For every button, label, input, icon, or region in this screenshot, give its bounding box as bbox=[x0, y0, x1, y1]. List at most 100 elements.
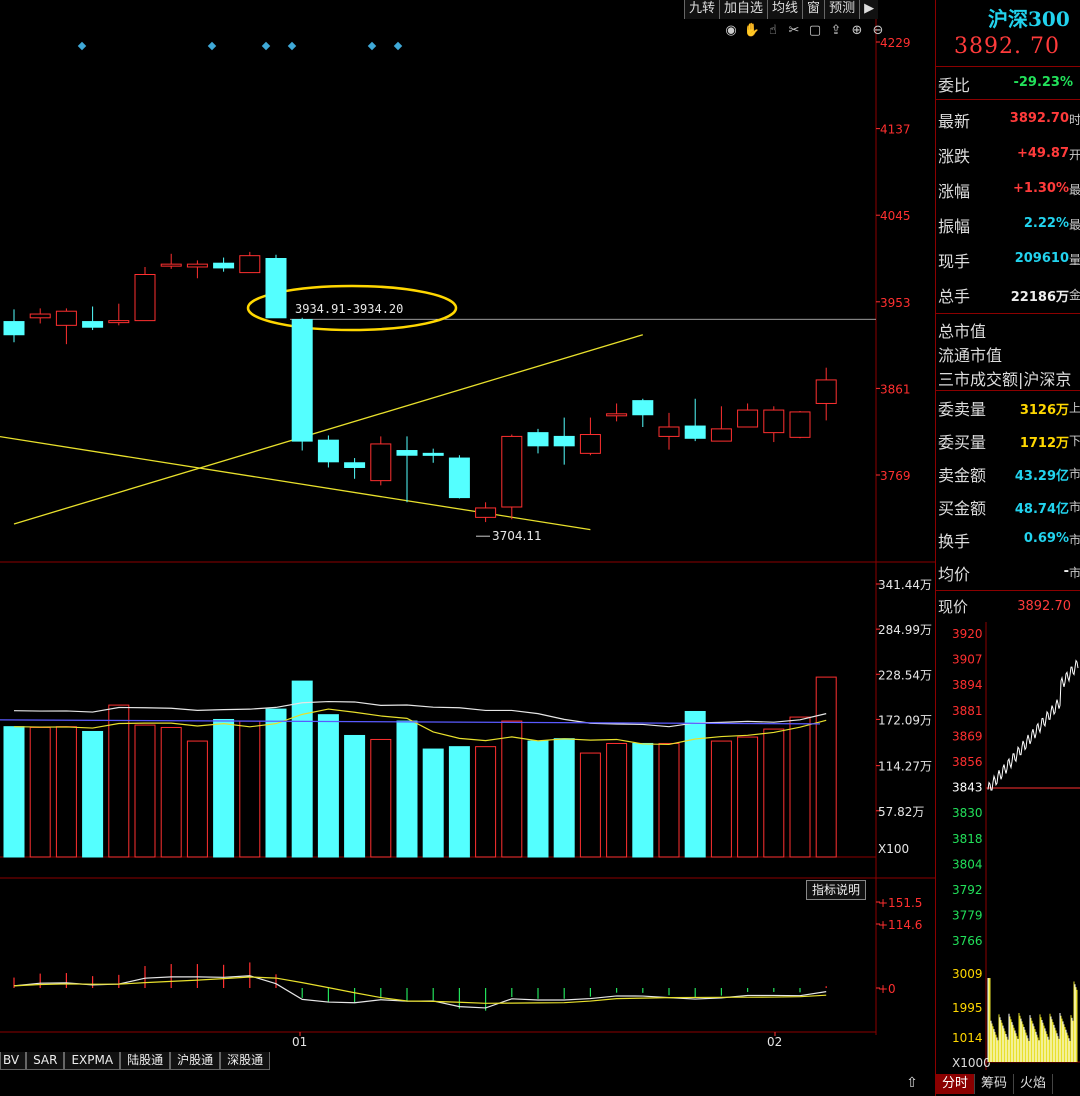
volume-bar[interactable] bbox=[579, 752, 601, 858]
candle[interactable] bbox=[134, 266, 156, 322]
indicator-dea-line bbox=[13, 976, 827, 1004]
volume-bar[interactable] bbox=[422, 748, 444, 858]
candle[interactable] bbox=[448, 455, 470, 499]
volume-bar[interactable] bbox=[448, 746, 470, 858]
candle[interactable] bbox=[553, 417, 575, 465]
intraday-mini-chart[interactable]: 3920 3907 3894 3881 3869 3856 3843 3830 3818 3804… bbox=[936, 622, 1080, 1070]
hand-icon[interactable]: ✋ bbox=[743, 22, 761, 40]
candle[interactable] bbox=[3, 309, 25, 343]
lock-icon[interactable]: ▢ bbox=[806, 22, 824, 40]
candle[interactable] bbox=[55, 308, 77, 345]
volume-bar[interactable] bbox=[789, 716, 811, 858]
share-icon[interactable]: ⇪ bbox=[827, 22, 845, 40]
volume-bar[interactable] bbox=[737, 736, 759, 858]
candle[interactable] bbox=[815, 367, 837, 421]
tab-flame[interactable]: 火焰 bbox=[1014, 1074, 1054, 1094]
tab-intraday[interactable]: 分时 bbox=[936, 1074, 976, 1094]
candle[interactable] bbox=[632, 398, 654, 427]
predict-button[interactable]: 预测 bbox=[824, 0, 860, 19]
volume-bar[interactable] bbox=[815, 676, 837, 858]
scroll-top-icon[interactable]: ⇧ bbox=[902, 1075, 922, 1093]
window-button[interactable]: 窗 bbox=[802, 0, 825, 19]
candle[interactable] bbox=[579, 417, 601, 456]
candle[interactable] bbox=[82, 306, 104, 331]
candle[interactable] bbox=[684, 398, 706, 442]
mini-price-label: 3766 bbox=[952, 934, 983, 948]
candle[interactable] bbox=[789, 410, 811, 439]
volume-bar[interactable] bbox=[527, 740, 549, 858]
tab-sar[interactable]: SAR bbox=[26, 1052, 65, 1070]
pointer-icon[interactable]: ☝ bbox=[764, 22, 782, 40]
tab-bv[interactable]: BV bbox=[0, 1052, 27, 1070]
candle[interactable] bbox=[186, 260, 208, 279]
volume-bar[interactable] bbox=[606, 742, 628, 858]
candle[interactable] bbox=[527, 428, 549, 454]
volume-bar[interactable] bbox=[370, 738, 392, 858]
candle[interactable] bbox=[344, 458, 366, 479]
tab-chips[interactable]: 筹码 bbox=[975, 1074, 1015, 1094]
candle[interactable] bbox=[291, 317, 313, 451]
volume-bar[interactable] bbox=[684, 710, 706, 858]
float-cap-row: 流通市值 bbox=[938, 340, 1080, 365]
candle[interactable] bbox=[737, 403, 759, 428]
candle[interactable] bbox=[108, 303, 130, 326]
volume-bar[interactable] bbox=[710, 740, 732, 858]
volume-bar[interactable] bbox=[501, 720, 523, 858]
scissors-icon[interactable]: ✂ bbox=[785, 22, 803, 40]
volume-bar[interactable] bbox=[658, 742, 680, 858]
kline-chart-area[interactable]: 4229 4137 4045 3953 3861 3769 3934.91-3934.20 3… bbox=[0, 0, 935, 1096]
candle[interactable] bbox=[29, 308, 51, 324]
candle[interactable] bbox=[501, 434, 523, 520]
volume-bar[interactable] bbox=[291, 680, 313, 858]
volume-bar[interactable] bbox=[396, 720, 418, 858]
volume-bar[interactable] bbox=[265, 708, 287, 858]
tab-shengutong[interactable]: 深股通 bbox=[220, 1052, 271, 1070]
tab-expma[interactable]: EXPMA bbox=[64, 1052, 121, 1070]
jiuzhuan-button[interactable]: 九转 bbox=[684, 0, 720, 19]
candle[interactable] bbox=[370, 436, 392, 486]
candle[interactable] bbox=[475, 502, 497, 523]
expand-panel-icon[interactable]: ▶ bbox=[859, 0, 879, 19]
volume-bar[interactable] bbox=[763, 728, 785, 858]
volume-bar[interactable] bbox=[475, 746, 497, 858]
tab-hugutong[interactable]: 沪股通 bbox=[170, 1052, 221, 1070]
volume-bar[interactable] bbox=[213, 718, 235, 858]
candle[interactable] bbox=[213, 257, 235, 272]
volume-bar[interactable] bbox=[134, 724, 156, 858]
candle[interactable] bbox=[710, 406, 732, 442]
candle[interactable] bbox=[422, 448, 444, 463]
add-favorite-button[interactable]: 加自选 bbox=[719, 0, 768, 19]
zoom-out-icon[interactable]: ⊖ bbox=[869, 22, 887, 40]
tab-lugutong[interactable]: 陆股通 bbox=[120, 1052, 171, 1070]
volume-bar[interactable] bbox=[3, 726, 25, 858]
moving-average-button[interactable]: 均线 bbox=[767, 0, 803, 19]
volume-bar[interactable] bbox=[160, 726, 182, 858]
candle[interactable] bbox=[396, 436, 418, 503]
volume-bar[interactable] bbox=[239, 720, 261, 858]
volume-bar[interactable] bbox=[553, 738, 575, 858]
candle[interactable] bbox=[658, 412, 680, 450]
volume-bar[interactable] bbox=[55, 726, 77, 858]
volume-bar[interactable] bbox=[108, 704, 130, 858]
candle[interactable] bbox=[239, 251, 261, 274]
upper-trend-line[interactable] bbox=[13, 334, 643, 525]
volume-bar[interactable] bbox=[29, 726, 51, 858]
candle[interactable] bbox=[265, 254, 287, 319]
kline-chart[interactable]: 4229413740453953386137693934.91-3934.203… bbox=[0, 0, 935, 1096]
candle[interactable] bbox=[160, 253, 182, 269]
candle[interactable] bbox=[763, 406, 785, 443]
candle[interactable] bbox=[606, 403, 628, 422]
volume-bar[interactable] bbox=[186, 740, 208, 858]
quote-value: 209610 bbox=[1014, 251, 1069, 266]
volume-bar[interactable] bbox=[317, 714, 339, 858]
volume-bar[interactable] bbox=[632, 742, 654, 858]
quote-label: 买金额 bbox=[938, 499, 987, 518]
now-price-row: 现价 3892.70 bbox=[938, 594, 1080, 618]
indicator-explain-button[interactable]: 指标说明 bbox=[806, 880, 867, 900]
eye-icon[interactable]: ◉ bbox=[722, 22, 740, 40]
candle[interactable] bbox=[317, 435, 339, 468]
volume-bar[interactable] bbox=[82, 730, 104, 858]
zoom-in-icon[interactable]: ⊕ bbox=[848, 22, 866, 40]
volume-bar[interactable] bbox=[344, 734, 366, 858]
candle-body bbox=[396, 450, 418, 456]
